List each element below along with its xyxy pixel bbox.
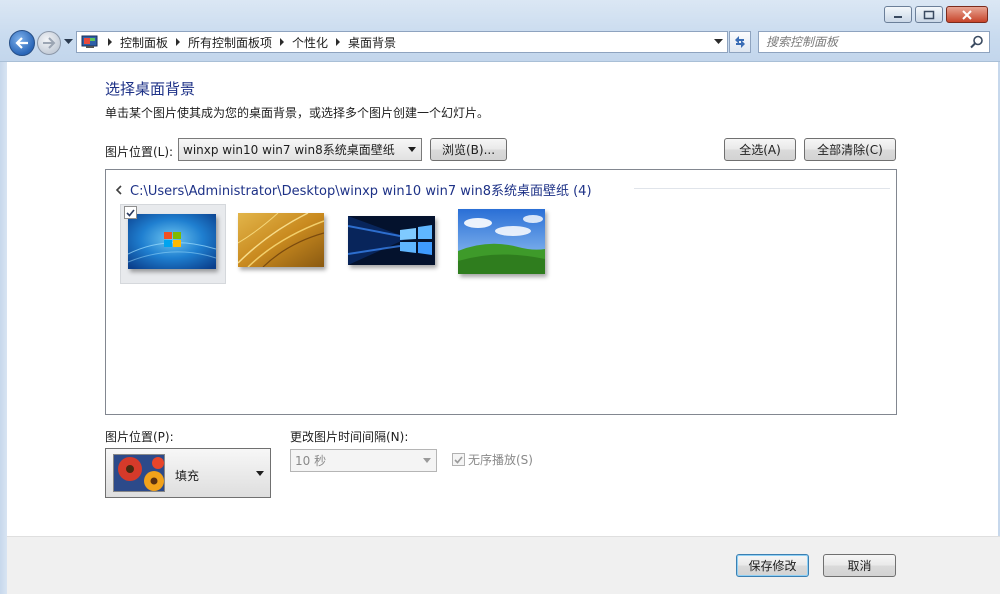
- chevron-down-icon: [256, 471, 264, 476]
- interval-label: 更改图片时间间隔(N):: [290, 430, 409, 444]
- picture-list[interactable]: C:\Users\Administrator\Desktop\winxp win…: [105, 169, 897, 415]
- collapse-arrow-icon[interactable]: [114, 184, 124, 195]
- shuffle-label: 无序播放(S): [468, 453, 533, 467]
- search-icon[interactable]: [970, 35, 984, 49]
- wallpaper-image: [238, 213, 324, 267]
- page-description: 单击某个图片使其成为您的桌面背景，或选择多个图片创建一个幻灯片。: [105, 106, 490, 120]
- group-header[interactable]: C:\Users\Administrator\Desktop\winxp win…: [114, 180, 592, 199]
- arrow-left-icon: [15, 37, 28, 49]
- minimize-icon: [894, 15, 902, 18]
- picture-position-select[interactable]: 填充: [105, 448, 271, 498]
- group-divider: [634, 188, 890, 189]
- interval-value: 10 秒: [295, 454, 327, 468]
- chevron-down-icon: [713, 39, 723, 44]
- clear-all-button[interactable]: 全部清除(C): [804, 138, 896, 161]
- breadcrumb-control-panel[interactable]: 控制面板: [120, 34, 168, 51]
- refresh-button[interactable]: [729, 31, 751, 53]
- close-icon: [962, 9, 972, 20]
- search-input[interactable]: [766, 35, 961, 49]
- breadcrumb-chevron-icon[interactable]: [100, 38, 120, 46]
- wallpaper-thumbnail-bliss[interactable]: [448, 204, 554, 284]
- breadcrumb-all-items[interactable]: 所有控制面板项: [188, 34, 272, 51]
- page-title: 选择桌面背景: [105, 80, 196, 98]
- forward-button[interactable]: [37, 31, 61, 55]
- interval-select[interactable]: 10 秒: [290, 449, 437, 472]
- wallpaper-thumbnail-win10[interactable]: [338, 204, 444, 284]
- minimize-button[interactable]: [884, 6, 912, 23]
- arrow-right-icon: [43, 37, 56, 49]
- footer-bar: 保存修改 取消: [7, 536, 1000, 594]
- wallpaper-image: [348, 216, 435, 265]
- browse-button[interactable]: 浏览(B)...: [430, 138, 507, 161]
- breadcrumb-chevron-icon[interactable]: [328, 38, 348, 46]
- restore-icon: [923, 10, 935, 19]
- picture-location-select[interactable]: winxp win10 win7 win8系统桌面壁纸: [178, 138, 422, 161]
- checkmark-icon: [454, 455, 463, 464]
- picture-position-label: 图片位置(P):: [105, 430, 174, 444]
- wallpaper-thumbnail-grass[interactable]: [228, 204, 334, 284]
- close-button[interactable]: [946, 6, 988, 23]
- wallpaper-checkbox[interactable]: [124, 206, 137, 219]
- breadcrumb-chevron-icon[interactable]: [168, 38, 188, 46]
- wallpaper-thumbnail-win7[interactable]: [120, 204, 226, 284]
- position-preview-image: [113, 454, 165, 492]
- window-controls: [884, 6, 988, 23]
- cancel-button[interactable]: 取消: [823, 554, 896, 577]
- shuffle-checkbox[interactable]: [452, 453, 465, 466]
- back-button[interactable]: [9, 30, 35, 56]
- wallpaper-image: [128, 214, 216, 269]
- chevron-down-icon: [423, 458, 431, 463]
- search-box[interactable]: [758, 31, 990, 53]
- breadcrumb-chevron-icon[interactable]: [272, 38, 292, 46]
- save-changes-button[interactable]: 保存修改: [736, 554, 809, 577]
- group-header-path: C:\Users\Administrator\Desktop\winxp win…: [130, 184, 592, 199]
- chevron-down-icon: [408, 147, 416, 152]
- picture-location-value: winxp win10 win7 win8系统桌面壁纸: [183, 143, 395, 157]
- maximize-button[interactable]: [915, 6, 943, 23]
- breadcrumb-personalization[interactable]: 个性化: [292, 34, 328, 51]
- history-dropdown-icon[interactable]: [64, 39, 73, 45]
- control-panel-icon: [80, 34, 100, 50]
- address-dropdown-button[interactable]: [709, 32, 727, 52]
- window-left-border: [0, 62, 7, 594]
- picture-position-value: 填充: [175, 469, 200, 483]
- address-bar[interactable]: 控制面板 所有控制面板项 个性化 桌面背景: [76, 31, 728, 53]
- picture-location-label: 图片位置(L):: [105, 145, 174, 159]
- breadcrumb-desktop-background[interactable]: 桌面背景: [348, 34, 396, 51]
- checkmark-icon: [126, 208, 135, 217]
- wallpaper-image: [458, 209, 545, 274]
- shuffle-option[interactable]: 无序播放(S): [452, 451, 533, 468]
- select-all-button[interactable]: 全选(A): [724, 138, 796, 161]
- refresh-icon: [735, 36, 745, 48]
